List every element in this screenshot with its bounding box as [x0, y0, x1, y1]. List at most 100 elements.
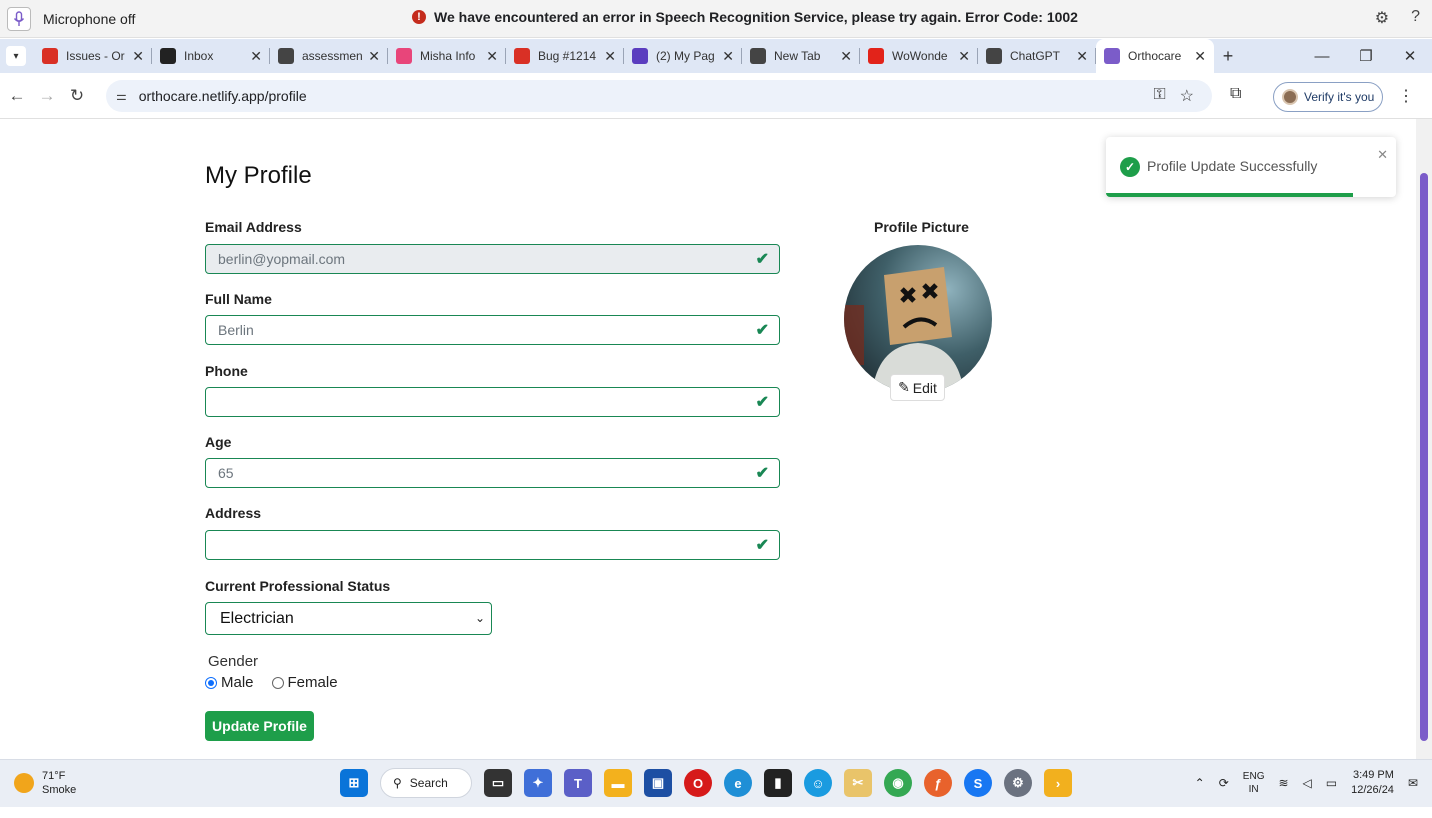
- browser-tab[interactable]: Inbox ✕: [152, 39, 270, 73]
- browser-tab[interactable]: New Tab ✕: [742, 39, 860, 73]
- tab-close-icon[interactable]: ✕: [604, 48, 616, 65]
- browser-menu-kebab-icon[interactable]: ⋮: [1398, 86, 1414, 106]
- snipping-tool-icon[interactable]: ✂: [844, 769, 872, 797]
- inbox-icon: [160, 48, 176, 64]
- language-indicator[interactable]: ENG IN: [1243, 770, 1265, 796]
- taskbar-search[interactable]: ⚲ Search: [380, 768, 472, 798]
- misha-icon: [396, 48, 412, 64]
- reload-icon[interactable]: ↻: [62, 86, 92, 106]
- browser-tab[interactable]: Issues - Or ✕: [34, 39, 152, 73]
- email-field[interactable]: berlin@yopmail.com ✔: [205, 244, 780, 274]
- gender-female-radio[interactable]: [271, 676, 284, 689]
- orthocare-icon: [1104, 48, 1120, 64]
- browser-toolbar: ← → ↻ ⚌ orthocare.netlify.app/profile ⚿ …: [0, 73, 1432, 119]
- tab-close-icon[interactable]: ✕: [368, 48, 380, 65]
- tab-close-icon[interactable]: ✕: [840, 48, 852, 65]
- globe-icon: [278, 48, 294, 64]
- toast-progress-bar: [1106, 193, 1353, 197]
- settings-gear-icon[interactable]: ⚙: [1375, 8, 1389, 28]
- chrome-taskbar-icon[interactable]: ◉: [884, 769, 912, 797]
- browser-tab[interactable]: ChatGPT ✕: [978, 39, 1096, 73]
- skype-icon[interactable]: S: [964, 769, 992, 797]
- firefox-icon[interactable]: ƒ: [924, 769, 952, 797]
- bookmark-star-icon[interactable]: ☆: [1180, 86, 1194, 106]
- store-icon[interactable]: ▣: [644, 769, 672, 797]
- professional-status-select[interactable]: Electrician ⌄: [205, 602, 492, 635]
- clock-date: 12/26/24: [1351, 784, 1394, 796]
- system-clock[interactable]: 3:49 PM 12/26/24: [1351, 768, 1394, 798]
- phone-field[interactable]: ✔: [205, 387, 780, 417]
- notifications-icon[interactable]: ✉: [1408, 776, 1418, 790]
- edit-picture-button[interactable]: ✎ Edit: [890, 374, 945, 401]
- task-view-icon[interactable]: ▭: [484, 769, 512, 797]
- help-icon[interactable]: ?: [1411, 8, 1420, 28]
- tab-close-icon[interactable]: ✕: [1076, 48, 1088, 65]
- gender-male-radio[interactable]: [205, 676, 217, 689]
- tab-close-icon[interactable]: ✕: [1194, 48, 1206, 65]
- search-icon: ⚲: [393, 776, 402, 790]
- success-toast: ✓ Profile Update Successfully ✕: [1106, 137, 1396, 197]
- valid-check-icon: ✔: [755, 394, 769, 411]
- gender-label: Gender: [208, 653, 259, 670]
- taskbar-search-label: Search: [409, 776, 448, 790]
- forward-arrow-icon[interactable]: →: [32, 86, 62, 106]
- sync-icon[interactable]: ⟳: [1219, 776, 1229, 790]
- tab-label: (2) My Pag: [656, 49, 715, 63]
- address-field[interactable]: ✔: [205, 530, 780, 560]
- windows-taskbar: 71°F Smoke ⊞ ⚲ Search ▭ ✦ T ▬ ▣ O e ▮ ☺ ✂…: [0, 759, 1432, 807]
- extensions-puzzle-icon[interactable]: ⧉: [1230, 85, 1241, 103]
- copilot-icon[interactable]: ✦: [524, 769, 552, 797]
- tab-close-icon[interactable]: ✕: [958, 48, 970, 65]
- microphone-icon[interactable]: [7, 6, 31, 31]
- browser-tab[interactable]: assessmen ✕: [270, 39, 388, 73]
- browser-tab[interactable]: Bug #1214 ✕: [506, 39, 624, 73]
- edge-icon[interactable]: e: [724, 769, 752, 797]
- tab-close-icon[interactable]: ✕: [132, 48, 144, 65]
- valid-check-icon: ✔: [755, 322, 769, 339]
- windows-start-icon[interactable]: ⊞: [340, 769, 368, 797]
- full-name-field[interactable]: Berlin ✔: [205, 315, 780, 345]
- wifi-icon[interactable]: ≋: [1278, 776, 1288, 790]
- tab-close-icon[interactable]: ✕: [486, 48, 498, 65]
- settings-icon[interactable]: ⚙: [1004, 769, 1032, 797]
- valid-check-icon: ✔: [755, 251, 769, 268]
- browser-tab[interactable]: WoWonde ✕: [860, 39, 978, 73]
- profile-avatar-icon: [1282, 89, 1298, 105]
- gender-male-label[interactable]: Male: [221, 674, 254, 691]
- close-window-icon[interactable]: ✕: [1388, 47, 1432, 65]
- password-key-icon[interactable]: ⚿: [1153, 86, 1165, 106]
- new-tab-plus-icon[interactable]: +: [1214, 46, 1242, 67]
- back-arrow-icon[interactable]: ←: [2, 86, 32, 106]
- update-profile-button[interactable]: Update Profile: [205, 711, 314, 741]
- weather-widget[interactable]: 71°F Smoke: [14, 769, 76, 797]
- minimize-icon[interactable]: —: [1300, 48, 1344, 65]
- powershell-icon[interactable]: ›: [1044, 769, 1072, 797]
- sticky-notes-icon[interactable]: ▮: [764, 769, 792, 797]
- opera-icon[interactable]: O: [684, 769, 712, 797]
- restore-icon[interactable]: ❐: [1344, 47, 1388, 65]
- battery-icon[interactable]: ▭: [1326, 776, 1337, 790]
- tray-chevron-up-icon[interactable]: ⌃: [1195, 776, 1205, 790]
- chatgpt-icon: [986, 48, 1002, 64]
- page-title: My Profile: [205, 162, 312, 189]
- browser-tab[interactable]: (2) My Pag ✕: [624, 39, 742, 73]
- volume-icon[interactable]: ◁: [1303, 776, 1312, 790]
- scrollbar-thumb[interactable]: [1420, 173, 1428, 741]
- age-field[interactable]: 65 ✔: [205, 458, 780, 488]
- page-scrollbar[interactable]: [1416, 119, 1432, 759]
- people-icon[interactable]: ☺: [804, 769, 832, 797]
- file-explorer-icon[interactable]: ▬: [604, 769, 632, 797]
- gender-female-label[interactable]: Female: [288, 674, 338, 691]
- tab-close-icon[interactable]: ✕: [722, 48, 734, 65]
- tab-close-icon[interactable]: ✕: [250, 48, 262, 65]
- region-code: IN: [1248, 784, 1259, 795]
- teams-icon[interactable]: T: [564, 769, 592, 797]
- tab-search-chevron-icon[interactable]: ▾: [6, 46, 26, 66]
- browser-tab[interactable]: Orthocare ✕: [1096, 39, 1214, 73]
- verify-profile-button[interactable]: Verify it's you: [1273, 82, 1383, 112]
- toast-close-icon[interactable]: ✕: [1377, 147, 1388, 163]
- site-settings-icon[interactable]: ⚌: [116, 89, 127, 103]
- tab-label: New Tab: [774, 49, 821, 63]
- browser-tab[interactable]: Misha Info ✕: [388, 39, 506, 73]
- address-bar[interactable]: ⚌ orthocare.netlify.app/profile ⚿ ☆: [106, 80, 1212, 112]
